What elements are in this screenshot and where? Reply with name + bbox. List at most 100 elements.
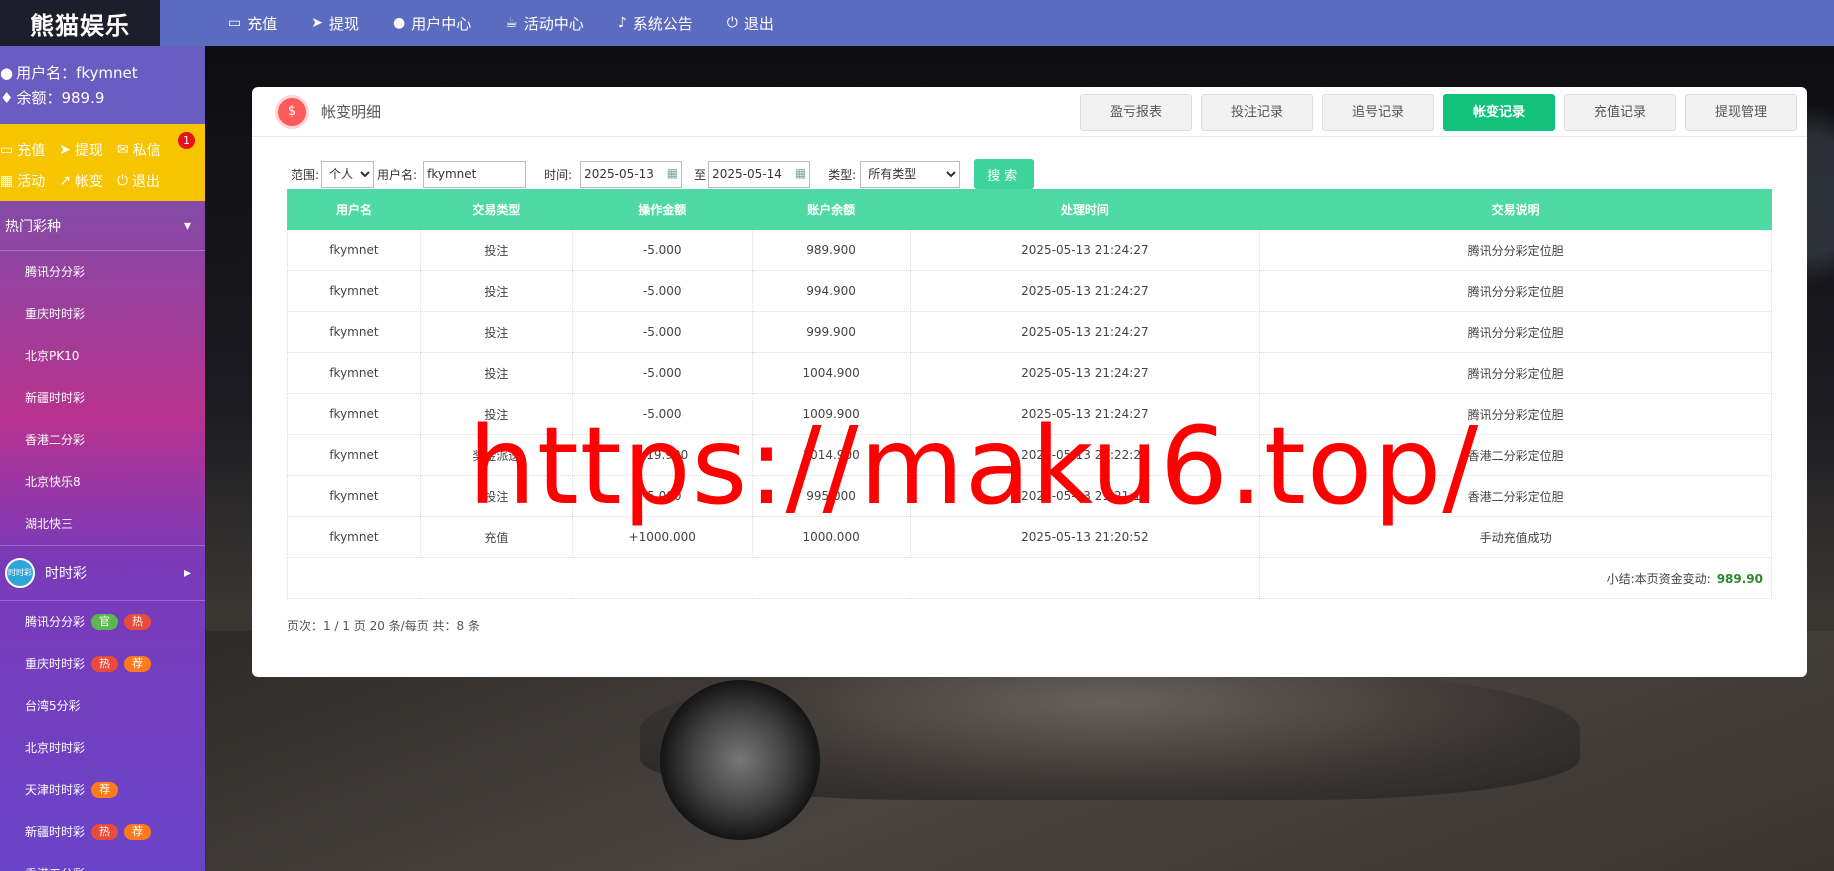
quick-activity[interactable]: ▦ 活动 xyxy=(0,171,45,191)
lottery-name: 腾讯分分彩 xyxy=(25,615,86,629)
recommend-tag: 荐 xyxy=(124,656,152,672)
tab-recharge-records[interactable]: 充值记录 xyxy=(1564,94,1676,131)
cell-user: fkymnet xyxy=(287,393,421,435)
tab-bet-records[interactable]: 投注记录 xyxy=(1201,94,1313,131)
table-row: fkymnet 充值 +1000.000 1000.000 2025-05-13… xyxy=(287,516,1772,558)
sidebar-item[interactable]: 新疆时时彩 xyxy=(0,377,205,419)
sidebar-item[interactable]: 腾讯分分彩官热 xyxy=(0,601,205,643)
nav-user-center[interactable]: ● 用户中心 xyxy=(393,13,471,34)
sidebar-item[interactable]: 新疆时时彩热荐 xyxy=(0,811,205,853)
tab-account-changes[interactable]: 帐变记录 xyxy=(1443,94,1555,131)
group-hot-lotteries[interactable]: 热门彩种 ▾ xyxy=(0,201,205,251)
sidebar-item[interactable]: 重庆时时彩热荐 xyxy=(0,643,205,685)
sidebar-item[interactable]: 湖北快三 xyxy=(0,503,205,545)
lottery-name: 台湾5分彩 xyxy=(25,699,81,713)
hot-tag: 热 xyxy=(124,614,152,630)
sidebar-item[interactable]: 台湾5分彩 xyxy=(0,685,205,727)
scope-select[interactable]: 个人 xyxy=(321,160,375,188)
nav-withdraw[interactable]: ➤ 提现 xyxy=(311,13,359,34)
username-label: 用户名: xyxy=(377,167,418,182)
date-to-wrap: ▦ xyxy=(708,160,811,188)
cell-balance: 995.000 xyxy=(751,475,911,517)
cell-user: fkymnet xyxy=(287,475,421,517)
search-button[interactable]: 搜索 xyxy=(974,159,1035,189)
money-icon: ♦ xyxy=(0,88,14,107)
sidebar-item[interactable]: 北京PK10 xyxy=(0,335,205,377)
cell-type: 投注 xyxy=(419,311,573,353)
quick-label: 退出 xyxy=(132,173,161,190)
sidebar-item[interactable]: 香港五分彩 xyxy=(0,853,205,871)
cell-type: 投注 xyxy=(419,229,573,271)
summary-empty-cell xyxy=(286,557,1261,599)
card-icon: ▭ xyxy=(228,15,242,31)
calendar-icon[interactable]: ▦ xyxy=(667,166,678,180)
nav-recharge[interactable]: ▭ 充值 xyxy=(228,13,277,34)
send-icon: ➤ xyxy=(59,141,71,158)
username-text: 用户名：fkymnet xyxy=(16,64,138,82)
tab-withdraw-management[interactable]: 提现管理 xyxy=(1685,94,1797,131)
nav-logout[interactable]: ⏻ 退出 xyxy=(727,13,774,34)
tab-chase-records[interactable]: 追号记录 xyxy=(1322,94,1434,131)
quick-withdraw[interactable]: ➤ 提现 xyxy=(59,140,103,160)
sidebar-item[interactable]: 天津时时彩荐 xyxy=(0,769,205,811)
cell-amount: -5.000 xyxy=(571,352,753,394)
quick-account-changes[interactable]: ↗ 帐变 xyxy=(59,171,103,191)
lottery-name: 重庆时时彩 xyxy=(25,657,86,671)
time-label: 时间: xyxy=(544,167,573,182)
nav-label: 用户中心 xyxy=(411,14,472,33)
sidebar-item[interactable]: 北京快乐8 xyxy=(0,461,205,503)
balance-text: 余额：989.9 xyxy=(16,89,105,107)
quick-logout[interactable]: ⏻ 退出 xyxy=(117,171,160,191)
cell-type: 奖金派送 xyxy=(419,434,573,476)
cell-desc: 香港二分彩定位胆 xyxy=(1259,475,1772,517)
power-icon: ⏻ xyxy=(116,172,129,189)
cell-time: 2025-05-13 21:24:27 xyxy=(909,352,1261,394)
tab-profit-report[interactable]: 盈亏报表 xyxy=(1080,94,1192,131)
nav-announcement[interactable]: ♪ 系统公告 xyxy=(618,13,693,34)
type-select[interactable]: 所有类型 xyxy=(860,160,961,188)
main-nav: ▭ 充值 ➤ 提现 ● 用户中心 ☕ 活动中心 ♪ 系统公告 ⏻ 退出 xyxy=(228,0,774,46)
group-shishicai[interactable]: 时时彩 时时彩 ▸ xyxy=(0,545,205,601)
table-row: fkymnet 投注 -5.000 999.900 2025-05-13 21:… xyxy=(287,311,1772,353)
lottery-name: 香港二分彩 xyxy=(25,433,86,447)
column-header: 交易类型 xyxy=(419,189,573,230)
user-icon: ● xyxy=(393,15,406,31)
table-row: fkymnet 投注 -5.000 1004.900 2025-05-13 21… xyxy=(287,352,1772,394)
lottery-name: 香港五分彩 xyxy=(25,853,85,871)
username-input[interactable] xyxy=(423,160,527,188)
group-title: 热门彩种 xyxy=(5,218,61,235)
sidebar-item[interactable]: 腾讯分分彩 xyxy=(0,251,205,293)
lottery-name: 北京快乐8 xyxy=(25,475,81,489)
column-header: 账户余额 xyxy=(751,189,911,230)
lottery-name: 天津时时彩 xyxy=(25,783,86,797)
cell-balance: 989.900 xyxy=(751,229,911,271)
cell-user: fkymnet xyxy=(287,516,421,558)
cell-desc: 腾讯分分彩定位胆 xyxy=(1259,311,1772,353)
cell-amount: -5.000 xyxy=(571,475,753,517)
calendar-icon[interactable]: ▦ xyxy=(795,166,806,180)
logo[interactable]: 熊猫娱乐 xyxy=(0,0,160,46)
chart-icon: ↗ xyxy=(59,172,71,189)
pagination-info: 页次：1 / 1 页 20 条/每页 共：8 条 xyxy=(287,619,480,633)
username-line: ● 用户名：fkymnet xyxy=(0,60,205,85)
cell-amount: +1000.000 xyxy=(571,516,753,558)
nav-activity-center[interactable]: ☕ 活动中心 xyxy=(505,13,584,34)
table-row: fkymnet 奖金派送 +19.900 1014.900 2025-05-13… xyxy=(287,434,1772,476)
filter-bar: 范围: 个人 用户名: 时间: ▦ 至 ▦ 类型: 所有类型 搜索 xyxy=(291,159,1035,189)
cell-type: 投注 xyxy=(419,393,573,435)
quick-recharge[interactable]: ▭ 充值 xyxy=(0,140,45,160)
cell-balance: 999.900 xyxy=(751,311,911,353)
table-header-row: 用户名 交易类型 操作金额 账户余额 处理时间 交易说明 xyxy=(287,189,1772,230)
cell-balance: 994.900 xyxy=(751,270,911,312)
lottery-name: 新疆时时彩 xyxy=(25,391,86,405)
top-navbar: 熊猫娱乐 ▭ 充值 ➤ 提现 ● 用户中心 ☕ 活动中心 ♪ 系统公告 ⏻ 退出 xyxy=(0,0,1834,46)
cell-time: 2025-05-13 21:22:29 xyxy=(909,434,1261,476)
sidebar-item[interactable]: 香港二分彩 xyxy=(0,419,205,461)
quick-messages[interactable]: ✉ 私信 xyxy=(117,140,161,160)
cell-desc: 腾讯分分彩定位胆 xyxy=(1259,352,1772,394)
cell-desc: 腾讯分分彩定位胆 xyxy=(1259,393,1772,435)
summary-row: 小结:本页资金变动: 989.90 xyxy=(286,557,1772,599)
sidebar-item[interactable]: 重庆时时彩 xyxy=(0,293,205,335)
sidebar-item[interactable]: 北京时时彩 xyxy=(0,727,205,769)
lottery-name: 湖北快三 xyxy=(25,517,74,531)
